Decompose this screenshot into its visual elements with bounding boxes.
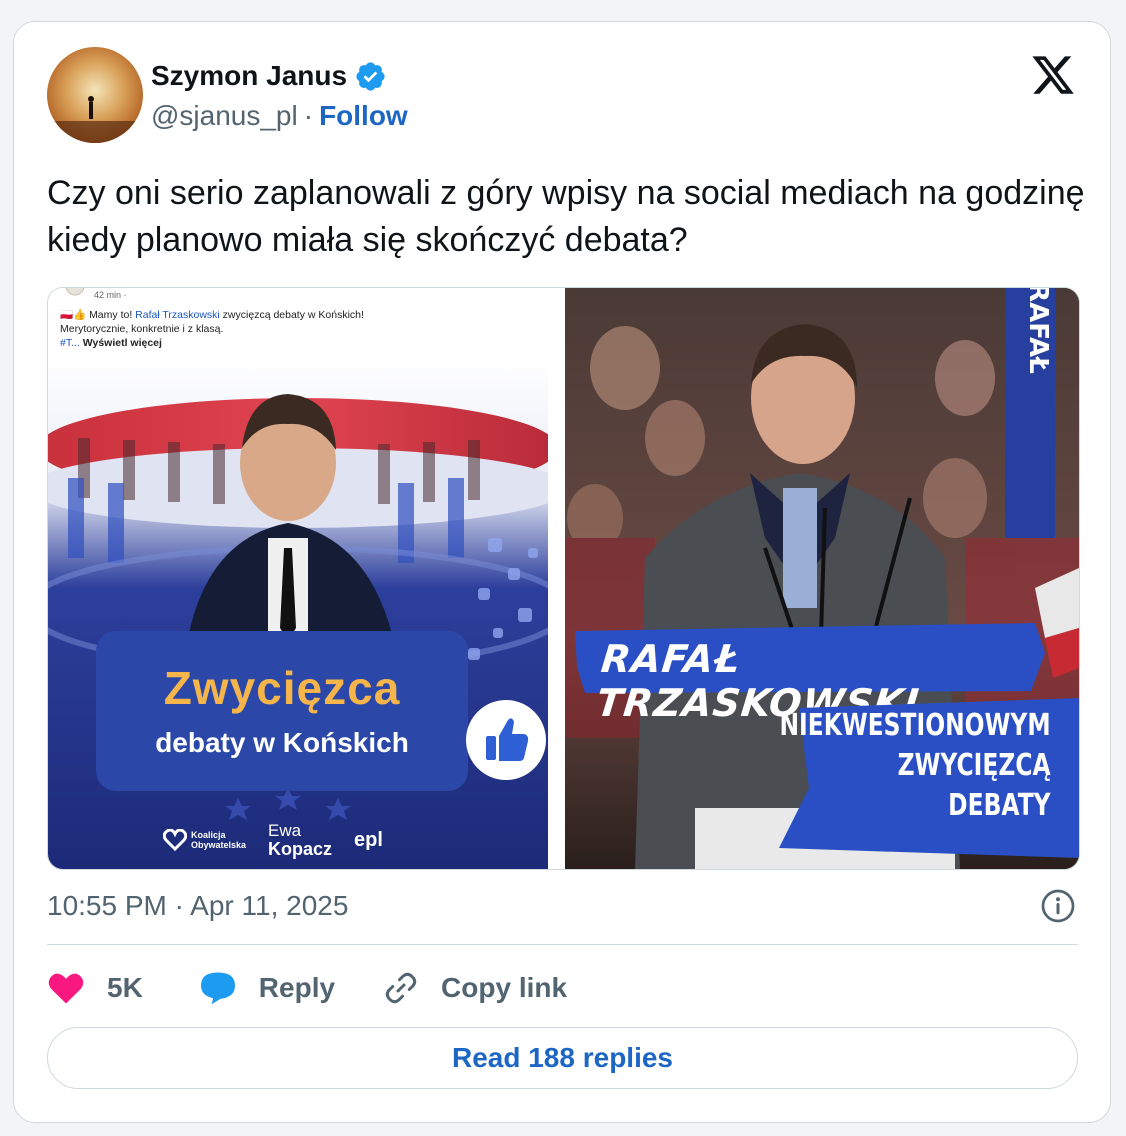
ko-poster: Zwycięzca debaty w Końskich Koalicja Oby… xyxy=(48,358,548,869)
copy-link-button[interactable]: Copy link xyxy=(383,970,567,1006)
poster-headline: Zwycięzca xyxy=(163,662,401,714)
speech-bubble-icon xyxy=(200,972,235,1005)
read-replies-button[interactable]: Read 188 replies xyxy=(47,1027,1078,1089)
fb-mention-link: Rafał Trzaskowski xyxy=(135,309,220,321)
author-handle-row: @sjanus_pl · Follow xyxy=(151,100,408,132)
copy-link-label: Copy link xyxy=(441,972,568,1003)
tweet-text: Czy oni serio zaplanowali z góry wpisy n… xyxy=(47,174,1085,259)
ko-logo-line1: Koalicja xyxy=(191,830,226,840)
verified-badge-icon xyxy=(354,60,387,93)
ko-logo-line2: Obywatelska xyxy=(191,840,247,850)
like-count: 5K xyxy=(107,972,143,1003)
link-icon xyxy=(385,972,417,1004)
action-bar: 5K Reply Copy link xyxy=(47,964,567,1012)
fb-line1-prefix: 🇵🇱👍 Mamy to! xyxy=(60,309,136,321)
fb-line1-suffix: zwycięzcą debaty w Końskich! xyxy=(219,309,364,321)
poster-background xyxy=(48,358,548,869)
poster-subheadline: debaty w Końskich xyxy=(155,727,409,758)
epl-logo: epl xyxy=(354,828,383,851)
thumbs-up-badge xyxy=(466,700,546,780)
ek-logo-first: Ewa xyxy=(268,821,302,840)
banner-subtitle: NIEKWESTIONOWYM ZWYCIĘZCĄ DEBATY xyxy=(780,706,1051,826)
avatar-image xyxy=(47,47,143,143)
heart-logo-icon xyxy=(163,829,187,851)
headline-box: Zwycięzca debaty w Końskich xyxy=(96,631,468,791)
fb-post-line1: 🇵🇱👍 Mamy to! Rafał Trzaskowski zwycięzcą… xyxy=(60,308,364,322)
poster-logos: Koalicja Obywatelska Ewa Kopacz epl xyxy=(163,818,383,862)
author-avatar[interactable] xyxy=(47,47,143,143)
tweet-timestamp[interactable]: 10:55 PM · Apr 11, 2025 xyxy=(47,890,348,922)
author-name-row: Szymon Janus xyxy=(151,56,387,96)
divider xyxy=(47,944,1078,945)
heart-icon xyxy=(48,973,84,1004)
name-banner: RAFAŁ TRZASKOWSKI xyxy=(575,623,1045,725)
ek-logo-last: Kopacz xyxy=(268,839,333,859)
fb-post-line2: Merytorycznie, konkretnie i z klasą. xyxy=(60,323,224,335)
ko-logo: Koalicja Obywatelska xyxy=(163,829,246,851)
separator-dot: · xyxy=(303,100,314,131)
info-icon[interactable] xyxy=(1040,888,1076,924)
reply-label: Reply xyxy=(258,972,336,1003)
tweet-embed-card: Szymon Janus @sjanus_pl · Follow Czy oni… xyxy=(13,21,1111,1123)
fb-hashtag: #T... xyxy=(60,337,80,349)
thumbs-up-icon xyxy=(486,718,529,761)
sign-text: RAFAŁ xyxy=(1023,288,1053,374)
ek-logo: Ewa Kopacz xyxy=(268,821,333,859)
fb-avatar-icon xyxy=(65,288,85,296)
fb-see-more: Wyświetl więcej xyxy=(79,337,162,349)
banner-sub-line2: ZWYCIĘZCĄ xyxy=(897,748,1051,783)
banner-sub-line1: NIEKWESTIONOWYM xyxy=(779,708,1051,743)
fb-post-header: 42 min · 🇵🇱👍 Mamy to! Rafał Trzaskowski … xyxy=(56,288,546,358)
like-button[interactable]: 5K xyxy=(47,971,199,1005)
fb-post-time: 42 min · xyxy=(94,290,127,300)
media-right-image[interactable]: RAFAŁ RAFAŁ TRZASKOWSKI NIEKWESTIONOWYM … xyxy=(565,288,1079,869)
author-handle[interactable]: @sjanus_pl xyxy=(151,100,298,132)
banner-sub-line3: DEBATY xyxy=(948,788,1051,823)
fb-post-line3: #T... Wyświetl więcej xyxy=(60,336,162,350)
follow-link[interactable]: Follow xyxy=(319,100,408,132)
tweet-media[interactable]: 42 min · 🇵🇱👍 Mamy to! Rafał Trzaskowski … xyxy=(47,287,1080,870)
media-left-image[interactable]: 42 min · 🇵🇱👍 Mamy to! Rafał Trzaskowski … xyxy=(48,288,548,869)
x-logo-icon[interactable] xyxy=(1030,52,1076,98)
author-name[interactable]: Szymon Janus xyxy=(151,60,347,92)
reply-button[interactable]: Reply xyxy=(199,971,383,1005)
